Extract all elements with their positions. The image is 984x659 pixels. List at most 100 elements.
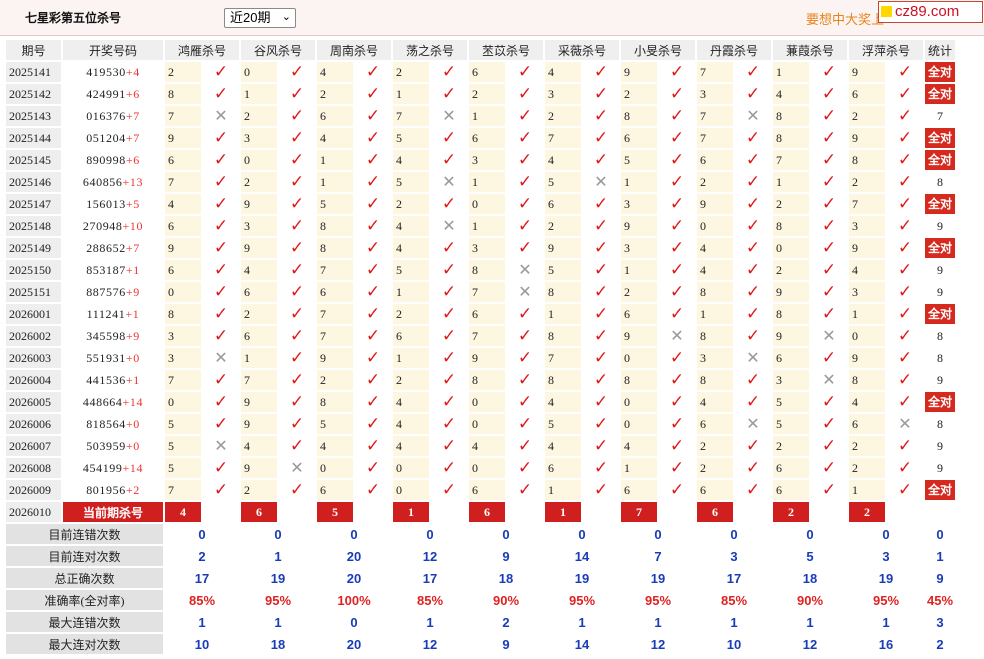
result-mark-cell: ✓ bbox=[431, 282, 467, 302]
table-row: 2026007 503959+0 5 ✕ 4 ✓ 4 ✓ 4 ✓ 4 ✓ 4 ✓ 4 ✓ 2 ✓ 2 ✓ 2 ✓ 9 bbox=[6, 436, 956, 456]
result-mark-cell: ✓ bbox=[355, 260, 391, 280]
check-mark-icon: ✓ bbox=[745, 194, 761, 214]
result-mark-cell: ✓ bbox=[887, 260, 923, 280]
site-logo[interactable]: cz89.com bbox=[878, 1, 983, 23]
check-mark-icon: ✓ bbox=[289, 62, 305, 82]
kill-number-cell: 9 bbox=[621, 326, 657, 346]
kill-number-cell: 2 bbox=[241, 480, 277, 500]
check-mark-icon: ✓ bbox=[593, 348, 609, 368]
draw-numbers-cell: 503959+0 bbox=[63, 436, 163, 456]
kill-number-cell: 2 bbox=[393, 304, 429, 324]
result-mark-cell: ✓ bbox=[279, 348, 315, 368]
table-body: 2025141 419530+4 2 ✓ 0 ✓ 4 ✓ 2 ✓ 6 ✓ 4 ✓ 9 ✓ 7 ✓ 1 ✓ 9 ✓ 全对 202… bbox=[6, 62, 956, 654]
kill-number-cell: 0 bbox=[773, 238, 809, 258]
result-mark-cell: ✓ bbox=[507, 216, 543, 236]
kill-number-cell: 8 bbox=[317, 216, 353, 236]
check-mark-icon: ✓ bbox=[289, 392, 305, 412]
page-title: 七星彩第五位杀号 bbox=[25, 11, 122, 25]
kill-number-cell: 8 bbox=[165, 304, 201, 324]
kill-number-cell: 0 bbox=[469, 392, 505, 412]
check-mark-icon: ✓ bbox=[213, 370, 229, 390]
kill-number-cell: 2 bbox=[773, 436, 809, 456]
stats-value: 17 bbox=[697, 568, 771, 588]
check-mark-icon: ✓ bbox=[821, 304, 837, 324]
check-mark-icon: ✓ bbox=[213, 172, 229, 192]
draw-numbers-cell: 156013+5 bbox=[63, 194, 163, 214]
check-mark-icon: ✓ bbox=[441, 370, 457, 390]
draw-numbers-cell: 448664+14 bbox=[63, 392, 163, 412]
stat-cell: 全对 bbox=[925, 480, 956, 500]
stats-value: 12 bbox=[393, 634, 467, 654]
stats-value: 18 bbox=[241, 634, 315, 654]
table-row: 2025142 424991+6 8 ✓ 1 ✓ 2 ✓ 1 ✓ 2 ✓ 3 ✓ 2 ✓ 3 ✓ 4 ✓ 6 ✓ 全对 bbox=[6, 84, 956, 104]
check-mark-icon: ✓ bbox=[365, 238, 381, 258]
kill-number-cell: 9 bbox=[697, 194, 733, 214]
result-mark-cell: ✓ bbox=[203, 458, 239, 478]
current-period-cell: 2026010 bbox=[6, 502, 61, 522]
check-mark-icon: ✓ bbox=[441, 436, 457, 456]
check-mark-icon: ✓ bbox=[593, 282, 609, 302]
table-row: 2025146 640856+13 7 ✓ 2 ✓ 1 ✓ 5 ✕ 1 ✓ 5 ✕ 1 ✓ 2 ✓ 1 ✓ 2 ✓ 8 bbox=[6, 172, 956, 192]
stats-value: 1 bbox=[241, 546, 315, 566]
kill-number-cell: 3 bbox=[621, 194, 657, 214]
kill-number-cell: 7 bbox=[165, 480, 201, 500]
check-mark-icon: ✓ bbox=[213, 260, 229, 280]
kill-number-cell: 2 bbox=[241, 304, 277, 324]
header-row: 期号 开奖号码 鸿雁杀号 谷风杀号 周南杀号 荡之杀号 苤苡杀号 采薇杀号 小旻杀号 丹霞杀号 蒹葭… bbox=[6, 40, 956, 60]
stats-value: 5 bbox=[773, 546, 847, 566]
result-mark-cell: ✓ bbox=[355, 62, 391, 82]
check-mark-icon: ✓ bbox=[365, 128, 381, 148]
check-mark-icon: ✓ bbox=[289, 348, 305, 368]
check-mark-icon: ✓ bbox=[593, 260, 609, 280]
result-mark-cell: ✓ bbox=[507, 436, 543, 456]
draw-numbers-cell: 454199+14 bbox=[63, 458, 163, 478]
draw-numbers-cell: 441536+1 bbox=[63, 370, 163, 390]
result-mark-cell: ✓ bbox=[887, 62, 923, 82]
check-mark-icon: ✓ bbox=[897, 260, 913, 280]
result-mark-cell: ✓ bbox=[279, 480, 315, 500]
result-mark-cell: ✓ bbox=[431, 260, 467, 280]
draw-numbers: 156013 bbox=[86, 196, 126, 211]
kill-number-cell: 1 bbox=[545, 480, 581, 500]
result-mark-cell: ✓ bbox=[355, 282, 391, 302]
draw-numbers-cell: 111241+1 bbox=[63, 304, 163, 324]
result-mark-cell: ✓ bbox=[431, 370, 467, 390]
kill-number-cell: 9 bbox=[241, 238, 277, 258]
result-mark-cell: ✓ bbox=[659, 436, 695, 456]
kill-number-cell: 1 bbox=[469, 216, 505, 236]
kill-number-cell: 8 bbox=[545, 282, 581, 302]
check-mark-icon: ✓ bbox=[213, 414, 229, 434]
column-header-expert: 丹霞杀号 bbox=[697, 40, 771, 60]
stat-cell: 8 bbox=[925, 348, 956, 368]
stats-value: 19 bbox=[545, 568, 619, 588]
current-period-row: 2026010 当前期杀号 4 6 5 1 6 1 7 6 2 2 bbox=[6, 502, 956, 522]
current-kill-number: 6 bbox=[697, 502, 733, 522]
draw-numbers: 419530 bbox=[86, 64, 126, 79]
kill-number-cell: 0 bbox=[317, 458, 353, 478]
check-mark-icon: ✓ bbox=[365, 348, 381, 368]
check-mark-icon: ✓ bbox=[289, 216, 305, 236]
draw-numbers: 270948 bbox=[82, 218, 123, 233]
kill-number-cell: 1 bbox=[773, 62, 809, 82]
check-mark-icon: ✓ bbox=[365, 436, 381, 456]
result-mark-cell: ✓ bbox=[355, 128, 391, 148]
check-mark-icon: ✓ bbox=[821, 480, 837, 500]
check-mark-icon: ✓ bbox=[517, 480, 533, 500]
kill-number-cell: 5 bbox=[545, 414, 581, 434]
result-mark-cell: ✓ bbox=[811, 458, 847, 478]
draw-numbers-cell: 424991+6 bbox=[63, 84, 163, 104]
kill-number-cell: 0 bbox=[165, 282, 201, 302]
check-mark-icon: ✓ bbox=[365, 84, 381, 104]
result-mark-cell: ✓ bbox=[203, 414, 239, 434]
promo-link[interactable]: 要想中大奖上 bbox=[806, 9, 884, 28]
kill-number-cell: 4 bbox=[393, 414, 429, 434]
result-mark-cell: ✓ bbox=[735, 304, 771, 324]
stats-value: 3 bbox=[925, 612, 956, 632]
result-mark-cell: ✓ bbox=[583, 216, 619, 236]
stats-value: 1 bbox=[697, 612, 771, 632]
result-mark-cell: ✓ bbox=[203, 84, 239, 104]
result-mark-cell: ✓ bbox=[431, 84, 467, 104]
period-select[interactable]: 近20期 ⌄ bbox=[224, 8, 296, 28]
result-mark-cell: ✓ bbox=[507, 304, 543, 324]
result-mark-cell: ✓ bbox=[887, 304, 923, 324]
